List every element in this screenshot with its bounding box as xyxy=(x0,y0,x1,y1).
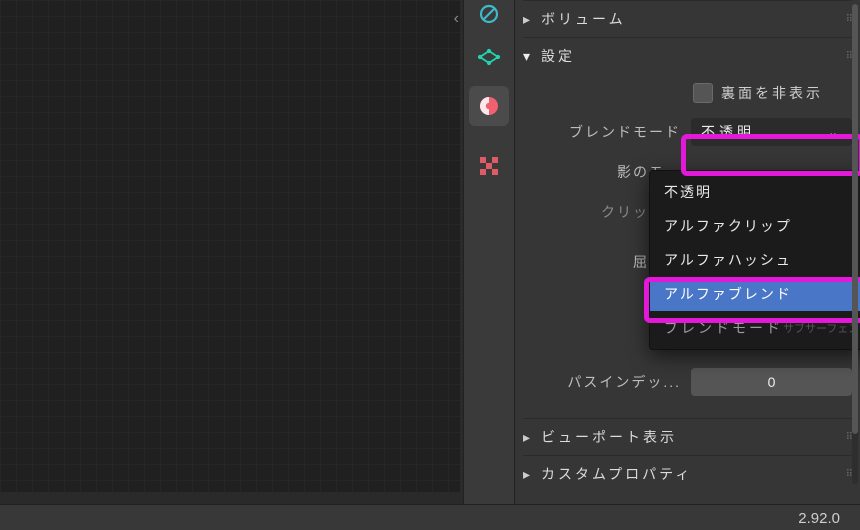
pass-index-field[interactable]: 0 xyxy=(691,368,852,396)
blend-mode-value: 不透明 xyxy=(701,122,755,142)
shading-icon xyxy=(477,94,501,118)
menu-item-alpha-hashed[interactable]: アルファハッシュ xyxy=(650,243,860,277)
version-label: 2.92.0 xyxy=(798,510,840,527)
properties-scrollbar[interactable] xyxy=(852,4,858,484)
app-root: ‹ xyxy=(0,0,860,504)
mesh-icon xyxy=(477,48,501,72)
backface-culling-row: 裏面を非表示 xyxy=(523,74,852,112)
menu-footer-label: ブレンドモード サブサーフェスの… xyxy=(650,311,860,345)
section-settings-title: 設定 xyxy=(541,46,846,66)
section-volume[interactable]: ▸ ボリューム ⠿ xyxy=(523,0,852,37)
tab-mesh[interactable] xyxy=(469,40,509,80)
properties-panel: ▸ ボリューム ⠿ ▾ 設定 ⠿ 裏面を非表示 ブレンドモード 不透明 xyxy=(514,0,860,504)
tab-material-shading[interactable] xyxy=(469,86,509,126)
panel-collapse-icon[interactable]: ‹ xyxy=(450,8,463,30)
tab-hidden-top[interactable] xyxy=(469,0,509,34)
blend-mode-dropdown[interactable]: 不透明 ⌄ xyxy=(691,118,852,146)
disclosure-closed-icon: ▸ xyxy=(523,429,537,446)
tab-texture[interactable] xyxy=(469,146,509,186)
section-custom-properties-title: カスタムプロパティ xyxy=(541,464,846,484)
menu-item-alpha-blend[interactable]: アルファブレンド xyxy=(650,277,860,311)
section-viewport-display-title: ビューポート表示 xyxy=(541,427,846,447)
blend-mode-label: ブレンドモード xyxy=(523,122,681,142)
backface-culling-checkbox[interactable] xyxy=(693,83,713,103)
pass-index-label: パスインデッ... xyxy=(523,372,681,392)
blend-mode-menu: 不透明 アルファクリップ アルファハッシュ アルファブレンド ブレンドモード サ… xyxy=(649,170,860,350)
blend-mode-row: ブレンドモード 不透明 ⌄ xyxy=(523,112,852,152)
pass-index-row: パスインデッ... 0 xyxy=(523,362,852,402)
disclosure-closed-icon: ▸ xyxy=(523,466,537,483)
viewport-area[interactable]: ‹ xyxy=(0,0,463,504)
section-viewport-display[interactable]: ▸ ビューポート表示 ⠿ xyxy=(523,418,852,455)
pass-index-value: 0 xyxy=(768,374,776,390)
properties-tab-strip xyxy=(463,0,514,504)
chevron-down-icon: ⌄ xyxy=(828,125,842,139)
backface-culling-label: 裏面を非表示 xyxy=(721,83,823,103)
menu-item-alpha-clip[interactable]: アルファクリップ xyxy=(650,209,860,243)
section-settings[interactable]: ▾ 設定 ⠿ xyxy=(523,37,852,74)
section-volume-title: ボリューム xyxy=(541,9,846,29)
viewport-grid xyxy=(0,0,460,492)
disclosure-closed-icon: ▸ xyxy=(523,11,537,28)
menu-item-opaque[interactable]: 不透明 xyxy=(650,175,860,209)
texture-icon xyxy=(477,154,501,178)
status-bar: 2.92.0 xyxy=(0,504,860,530)
circle-line-icon xyxy=(478,3,500,25)
disclosure-open-icon: ▾ xyxy=(523,48,537,65)
scrollbar-thumb[interactable] xyxy=(852,4,858,434)
section-custom-properties[interactable]: ▸ カスタムプロパティ ⠿ xyxy=(523,455,852,492)
